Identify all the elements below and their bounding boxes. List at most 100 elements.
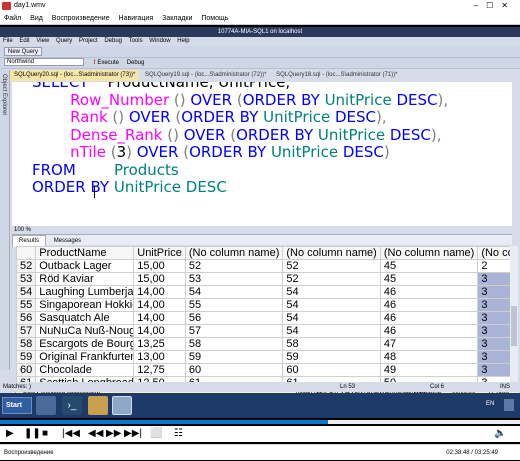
table-row[interactable]: 56 Sasquatch Ale 14,00 56 54 46 3	[16, 311, 510, 325]
query-editor[interactable]: SELECT ProductName, UnitPrice, Row_Numbe…	[12, 82, 512, 226]
table-cell[interactable]: 3	[477, 285, 510, 299]
column-header[interactable]: (No column name)	[379, 246, 479, 260]
table-cell[interactable]: 14,00	[133, 285, 186, 299]
explorer-icon[interactable]	[88, 396, 108, 415]
rewind-icon[interactable]: ◀◀	[88, 429, 103, 439]
row-number-cell[interactable]: 59	[16, 350, 37, 364]
menu-view[interactable]: Вид	[30, 15, 43, 22]
table-cell[interactable]: 60	[282, 363, 381, 377]
table-cell[interactable]: 13,00	[133, 350, 186, 364]
server-manager-icon[interactable]	[36, 396, 56, 415]
row-number-cell[interactable]: 58	[16, 337, 37, 351]
table-cell[interactable]: 3	[477, 350, 510, 364]
table-cell[interactable]: Escargots de Bourgog...	[35, 337, 135, 351]
table-cell[interactable]: Singaporean Hokkien ...	[35, 298, 135, 312]
table-cell[interactable]: NuNuCa Nuß-Nougat-...	[35, 324, 135, 338]
table-cell[interactable]: 46	[379, 298, 479, 312]
start-button[interactable]: Start	[2, 397, 32, 414]
table-cell[interactable]: 52	[282, 259, 381, 273]
row-number-cell[interactable]: 53	[16, 272, 37, 286]
table-cell[interactable]: 61	[184, 376, 284, 382]
column-header[interactable]: (No column name)	[184, 246, 284, 260]
table-cell[interactable]: 60	[184, 363, 284, 377]
row-number-cell[interactable]: 56	[16, 311, 37, 325]
window-controls[interactable]: ‒☐✕	[474, 0, 516, 12]
seek-bar[interactable]	[0, 420, 520, 424]
object-explorer-strip[interactable]: Object Explorer	[0, 70, 10, 370]
pause-icon[interactable]: ❚❚	[24, 429, 41, 439]
table-cell[interactable]: 54	[282, 311, 381, 325]
table-cell[interactable]: 54	[282, 324, 381, 338]
tab-sqlquery18[interactable]: SQLQuery18.sql - (loc...S\administrator …	[272, 70, 401, 81]
scroll-thumb[interactable]	[511, 306, 517, 346]
table-cell[interactable]: 3	[477, 324, 510, 338]
ssms-menu-project[interactable]: Project	[79, 38, 98, 44]
debug-button[interactable]: Debug	[127, 60, 145, 66]
table-cell[interactable]: 61	[282, 376, 381, 382]
table-cell[interactable]: 3	[477, 376, 510, 382]
ssms-menu-file[interactable]: File	[3, 38, 13, 44]
table-cell[interactable]: 54	[184, 285, 284, 299]
table-cell[interactable]: 3	[477, 272, 510, 286]
row-number-cell[interactable]: 52	[16, 259, 37, 273]
table-cell[interactable]: 54	[282, 298, 381, 312]
table-cell[interactable]: Sasquatch Ale	[35, 311, 135, 325]
table-cell[interactable]: 49	[379, 363, 479, 377]
table-cell[interactable]: 46	[379, 285, 479, 299]
tab-sqlquery19[interactable]: SQLQuery19.sql - (loc...S\administrator …	[141, 70, 270, 81]
table-cell[interactable]: 52	[282, 272, 381, 286]
stop-icon[interactable]: ■	[42, 429, 48, 439]
menu-navigation[interactable]: Навигация	[119, 15, 154, 22]
table-cell[interactable]: 14,00	[133, 311, 186, 325]
table-cell[interactable]: 56	[184, 311, 284, 325]
table-cell[interactable]: 59	[184, 350, 284, 364]
table-cell[interactable]: 45	[379, 259, 479, 273]
table-cell[interactable]: 12,50	[133, 376, 186, 382]
fast-forward-icon[interactable]: ▶▶	[106, 429, 121, 439]
table-cell[interactable]: 59	[282, 350, 381, 364]
skip-forward-icon[interactable]: ▶▶|	[124, 429, 142, 439]
table-cell[interactable]: Laughing Lumberjack...	[35, 285, 135, 299]
table-row[interactable]: 58Escargots de Bourgog...13,255858473	[16, 337, 510, 351]
menu-bookmarks[interactable]: Закладки	[162, 15, 192, 22]
table-cell[interactable]: 50	[379, 376, 479, 382]
language-indicator[interactable]: EN	[486, 401, 494, 407]
fullscreen-icon[interactable]: ⬜	[150, 429, 162, 439]
table-cell[interactable]: Chocolade	[35, 363, 135, 377]
ssms-menu-query[interactable]: Query	[56, 38, 72, 44]
column-header[interactable]: (No column name)	[477, 246, 510, 260]
column-header[interactable]: UnitPrice	[133, 246, 186, 260]
ssms-menu-edit[interactable]: Edit	[19, 38, 29, 44]
table-cell[interactable]: Röd Kaviar	[35, 272, 135, 286]
table-cell[interactable]: Outback Lager	[35, 259, 135, 273]
table-row[interactable]: 54Laughing Lumberjack...14,005454463	[16, 285, 510, 299]
table-row[interactable]: 60 Chocolade 12,75 60 60 49 3	[16, 363, 510, 377]
tray-icon[interactable]	[504, 399, 514, 411]
zoom-level[interactable]: 100 %	[12, 226, 512, 234]
table-cell[interactable]: 14,00	[133, 298, 186, 312]
table-cell[interactable]: 48	[379, 350, 479, 364]
table-cell[interactable]: 47	[379, 337, 479, 351]
table-row[interactable]: 53 Röd Kaviar 15,00 53 52 45 3	[16, 272, 510, 286]
menu-help[interactable]: Помощь	[201, 15, 228, 22]
column-header[interactable]: (No column name)	[282, 246, 381, 260]
table-cell[interactable]: 13,25	[133, 337, 186, 351]
table-cell[interactable]: 57	[184, 324, 284, 338]
grid-scrollbar[interactable]	[510, 246, 518, 382]
table-cell[interactable]: 58	[282, 337, 381, 351]
table-row[interactable]: 61Scottish Longbreads12,506161503	[16, 376, 510, 382]
new-query-button[interactable]: New Query	[4, 46, 43, 56]
row-number-cell[interactable]: 61	[16, 376, 37, 382]
menu-playback[interactable]: Воспроизведение	[52, 15, 110, 22]
ssms-menu-view[interactable]: View	[36, 38, 49, 44]
skip-back-icon[interactable]: |◀◀	[62, 429, 80, 439]
table-cell[interactable]: 54	[282, 285, 381, 299]
powershell-icon[interactable]: ›_	[62, 396, 82, 415]
table-row[interactable]: 55Singaporean Hokkien ...14,005554463	[16, 298, 510, 312]
volume-icon[interactable]: 🔈	[494, 429, 506, 439]
table-cell[interactable]: 45	[379, 272, 479, 286]
table-cell[interactable]: 3	[477, 311, 510, 325]
table-cell[interactable]: Original Frankfurter gr...	[35, 350, 135, 364]
table-cell[interactable]: 55	[184, 298, 284, 312]
ssms-menu-debug[interactable]: Debug	[104, 38, 122, 44]
